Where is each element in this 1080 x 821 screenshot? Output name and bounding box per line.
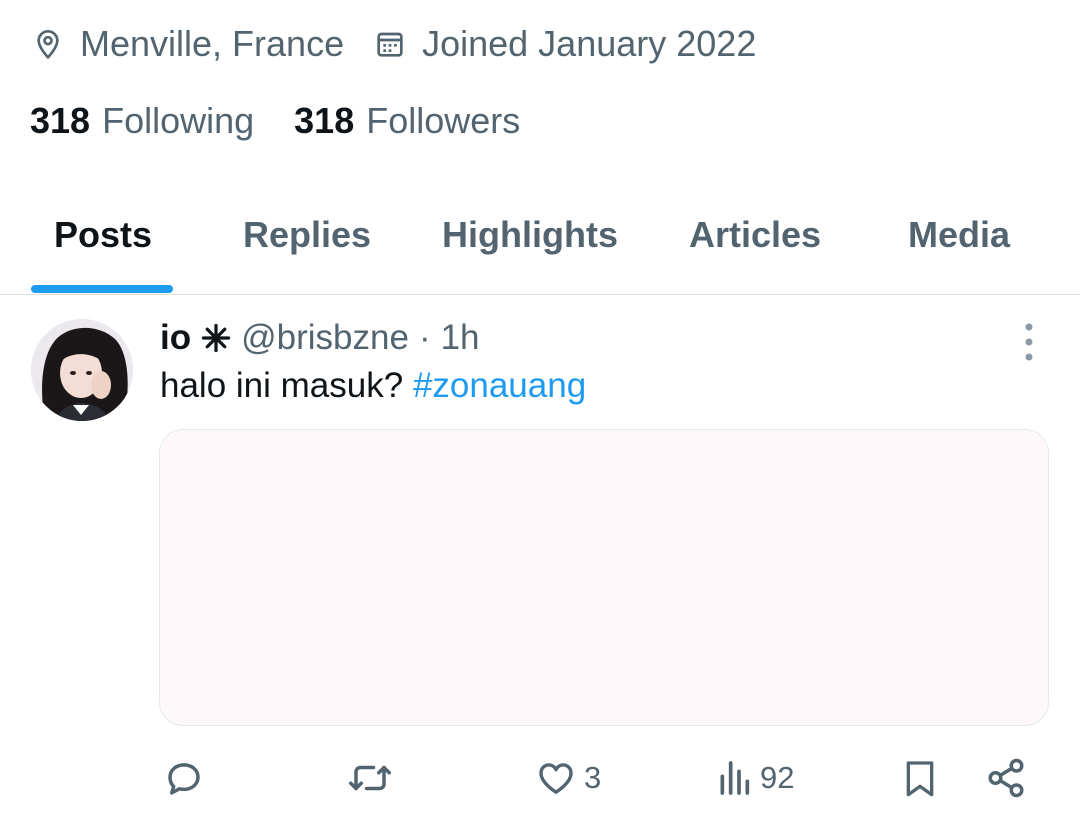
profile-tabs: Posts Replies Highlights Articles Media bbox=[0, 196, 1080, 295]
location-text: Menville, France bbox=[80, 23, 345, 64]
following-count: 318 bbox=[30, 100, 91, 141]
post-media[interactable] bbox=[159, 429, 1049, 726]
tab-highlights[interactable]: Highlights bbox=[442, 214, 618, 256]
post-actions: 3 92 bbox=[0, 750, 1080, 806]
followers-count: 318 bbox=[294, 100, 355, 141]
location-item: Menville, France bbox=[32, 23, 344, 65]
repost-button[interactable] bbox=[347, 750, 401, 806]
calendar-icon bbox=[377, 32, 403, 57]
followers-label: Followers bbox=[366, 100, 521, 141]
joined-text: Joined January 2022 bbox=[422, 23, 757, 64]
separator-dot: · bbox=[418, 318, 431, 357]
post-body: halo ini masuk? bbox=[160, 366, 404, 405]
avatar[interactable] bbox=[31, 319, 133, 421]
joined-item: Joined January 2022 bbox=[374, 23, 756, 65]
following-link[interactable]: 318 Following bbox=[30, 100, 254, 142]
active-tab-indicator bbox=[31, 285, 173, 293]
bar-chart-icon bbox=[720, 761, 750, 795]
tab-replies[interactable]: Replies bbox=[243, 214, 371, 256]
vertical-ellipsis-icon[interactable] bbox=[1018, 322, 1040, 362]
post-header: io @brisbzne · 1h bbox=[160, 316, 480, 360]
bookmark-button[interactable] bbox=[900, 750, 940, 806]
profile-meta-row: Menville, France Joined January 2022 bbox=[32, 22, 786, 66]
views-button[interactable]: 92 bbox=[716, 750, 794, 806]
display-name[interactable]: io bbox=[160, 318, 191, 358]
post-text: halo ini masuk? #zonauang bbox=[160, 366, 586, 406]
heart-icon bbox=[539, 763, 573, 794]
share-button[interactable] bbox=[985, 750, 1027, 806]
hashtag-link[interactable]: #zonauang bbox=[413, 366, 586, 405]
like-button[interactable]: 3 bbox=[536, 750, 601, 806]
user-handle[interactable]: @brisbzne bbox=[241, 318, 409, 358]
post-item[interactable]: io @brisbzne · 1h halo ini masuk? #zonau… bbox=[0, 296, 1080, 821]
views-count: 92 bbox=[760, 760, 795, 795]
map-pin-icon bbox=[37, 30, 59, 59]
like-count: 3 bbox=[584, 760, 602, 795]
bookmark-icon bbox=[906, 761, 934, 797]
share-icon bbox=[988, 758, 1024, 798]
speech-bubble-icon bbox=[168, 763, 200, 795]
tab-media[interactable]: Media bbox=[908, 214, 1010, 256]
followers-link[interactable]: 318 Followers bbox=[294, 100, 520, 142]
tab-articles[interactable]: Articles bbox=[689, 214, 821, 256]
star-burst-icon bbox=[201, 323, 231, 353]
post-time[interactable]: 1h bbox=[441, 318, 480, 358]
avatar-image bbox=[31, 319, 133, 421]
follow-stats: 318 Following 318 Followers bbox=[30, 98, 560, 144]
following-label: Following bbox=[102, 100, 255, 141]
tab-posts[interactable]: Posts bbox=[54, 214, 152, 256]
repost-arrows-icon bbox=[349, 765, 391, 791]
reply-button[interactable] bbox=[163, 750, 213, 806]
